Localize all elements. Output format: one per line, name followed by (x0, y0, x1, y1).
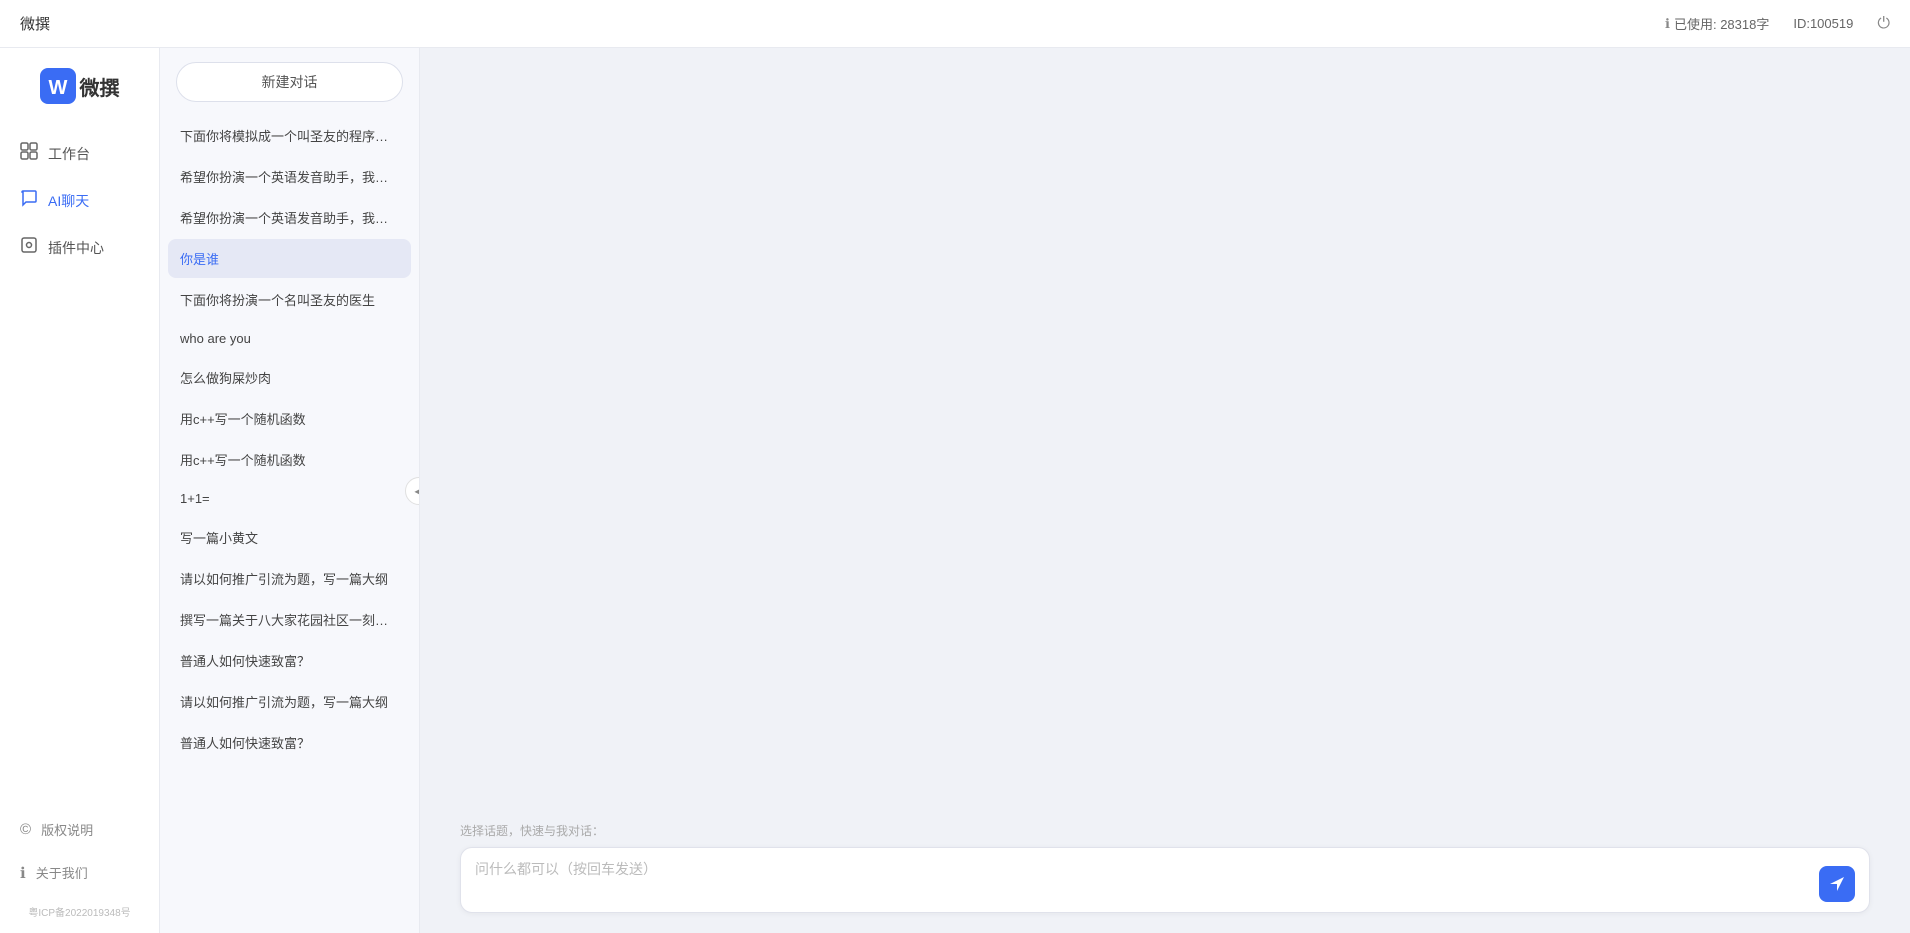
copyright-item[interactable]: © 版权说明 (0, 810, 159, 849)
conversation-item[interactable]: 用c++写一个随机函数 (168, 440, 411, 479)
conversation-item[interactable]: 希望你扮演一个英语发音助手，我提供给你... (168, 157, 411, 196)
quick-topics-label: 选择话题，快速与我对话： (460, 822, 1870, 839)
nav-items: 工作台 AI聊天 插件中心 (0, 132, 159, 810)
type-icon: ℹ (1665, 16, 1670, 32)
conversation-item[interactable]: 你是谁 (168, 239, 411, 278)
ai-chat-label: AI聊天 (48, 191, 89, 211)
conversation-item[interactable]: who are you (168, 321, 411, 356)
id-text: ID:100519 (1793, 16, 1853, 31)
conv-panel: 新建对话 下面你将模拟成一个叫圣友的程序员，我说...希望你扮演一个英语发音助手… (160, 48, 420, 933)
input-area: 选择话题，快速与我对话： (420, 822, 1910, 933)
conversation-item[interactable]: 怎么做狗屎炒肉 (168, 358, 411, 397)
logo: W 微撰 (40, 68, 120, 104)
conversation-item[interactable]: 普通人如何快速致富？ (168, 723, 411, 762)
conversation-item[interactable]: 下面你将扮演一个名叫圣友的医生 (168, 280, 411, 319)
conversation-item[interactable]: 撰写一篇关于八大家花园社区一刻钟便民生... (168, 600, 411, 639)
workbench-icon (20, 142, 38, 165)
conversation-item[interactable]: 希望你扮演一个英语发音助手，我提供给你... (168, 198, 411, 237)
input-box (460, 847, 1870, 913)
ai-chat-icon (20, 189, 38, 212)
send-button[interactable] (1819, 866, 1855, 902)
sidebar: W 微撰 工作台 AI聊天 插件中心 (0, 48, 160, 933)
sidebar-item-plugin[interactable]: 插件中心 (0, 226, 159, 269)
icp-text: 粤ICP备2022019348号 (20, 900, 138, 923)
topbar: 微撰 ℹ 已使用: 28318字 ID:100519 ⏻ (0, 0, 1910, 48)
conversation-item[interactable]: 下面你将模拟成一个叫圣友的程序员，我说... (168, 116, 411, 155)
page-title: 微撰 (20, 13, 50, 34)
conversation-item[interactable]: 请以如何推广引流为题，写一篇大纲 (168, 682, 411, 721)
power-icon[interactable]: ⏻ (1877, 15, 1890, 33)
conversation-item[interactable]: 普通人如何快速致富？ (168, 641, 411, 680)
new-chat-button[interactable]: 新建对话 (176, 62, 403, 102)
bottom-items: © 版权说明 ℹ 关于我们 (0, 810, 159, 892)
plugin-label: 插件中心 (48, 238, 104, 258)
right-info: ℹ 已使用: 28318字 ID:100519 ⏻ (1665, 14, 1890, 33)
conversation-item[interactable]: 1+1= (168, 481, 411, 516)
conversation-list: 下面你将模拟成一个叫圣友的程序员，我说...希望你扮演一个英语发音助手，我提供给… (160, 116, 419, 933)
copyright-icon: © (20, 821, 31, 838)
send-icon (1828, 875, 1846, 893)
usage-text: 已使用: 28318字 (1674, 14, 1769, 33)
logo-icon: W (40, 68, 76, 104)
about-label: 关于我们 (36, 863, 88, 882)
sidebar-item-ai-chat[interactable]: AI聊天 (0, 179, 159, 222)
conversation-item[interactable]: 请以如何推广引流为题，写一篇大纲 (168, 559, 411, 598)
sidebar-item-workbench[interactable]: 工作台 (0, 132, 159, 175)
chat-input[interactable] (475, 858, 1819, 902)
conversation-item[interactable]: 写一篇小黄文 (168, 518, 411, 557)
chat-area: 选择话题，快速与我对话： (420, 48, 1910, 933)
logo-text: 微撰 (80, 72, 120, 101)
conversation-item[interactable]: 用c++写一个随机函数 (168, 399, 411, 438)
about-icon: ℹ (20, 864, 26, 882)
copyright-label: 版权说明 (41, 820, 93, 839)
about-item[interactable]: ℹ 关于我们 (0, 853, 159, 892)
svg-text:W: W (48, 77, 67, 99)
workbench-label: 工作台 (48, 144, 90, 164)
messages-container (420, 48, 1910, 822)
usage-info: ℹ 已使用: 28318字 (1665, 14, 1769, 33)
plugin-icon (20, 236, 38, 259)
